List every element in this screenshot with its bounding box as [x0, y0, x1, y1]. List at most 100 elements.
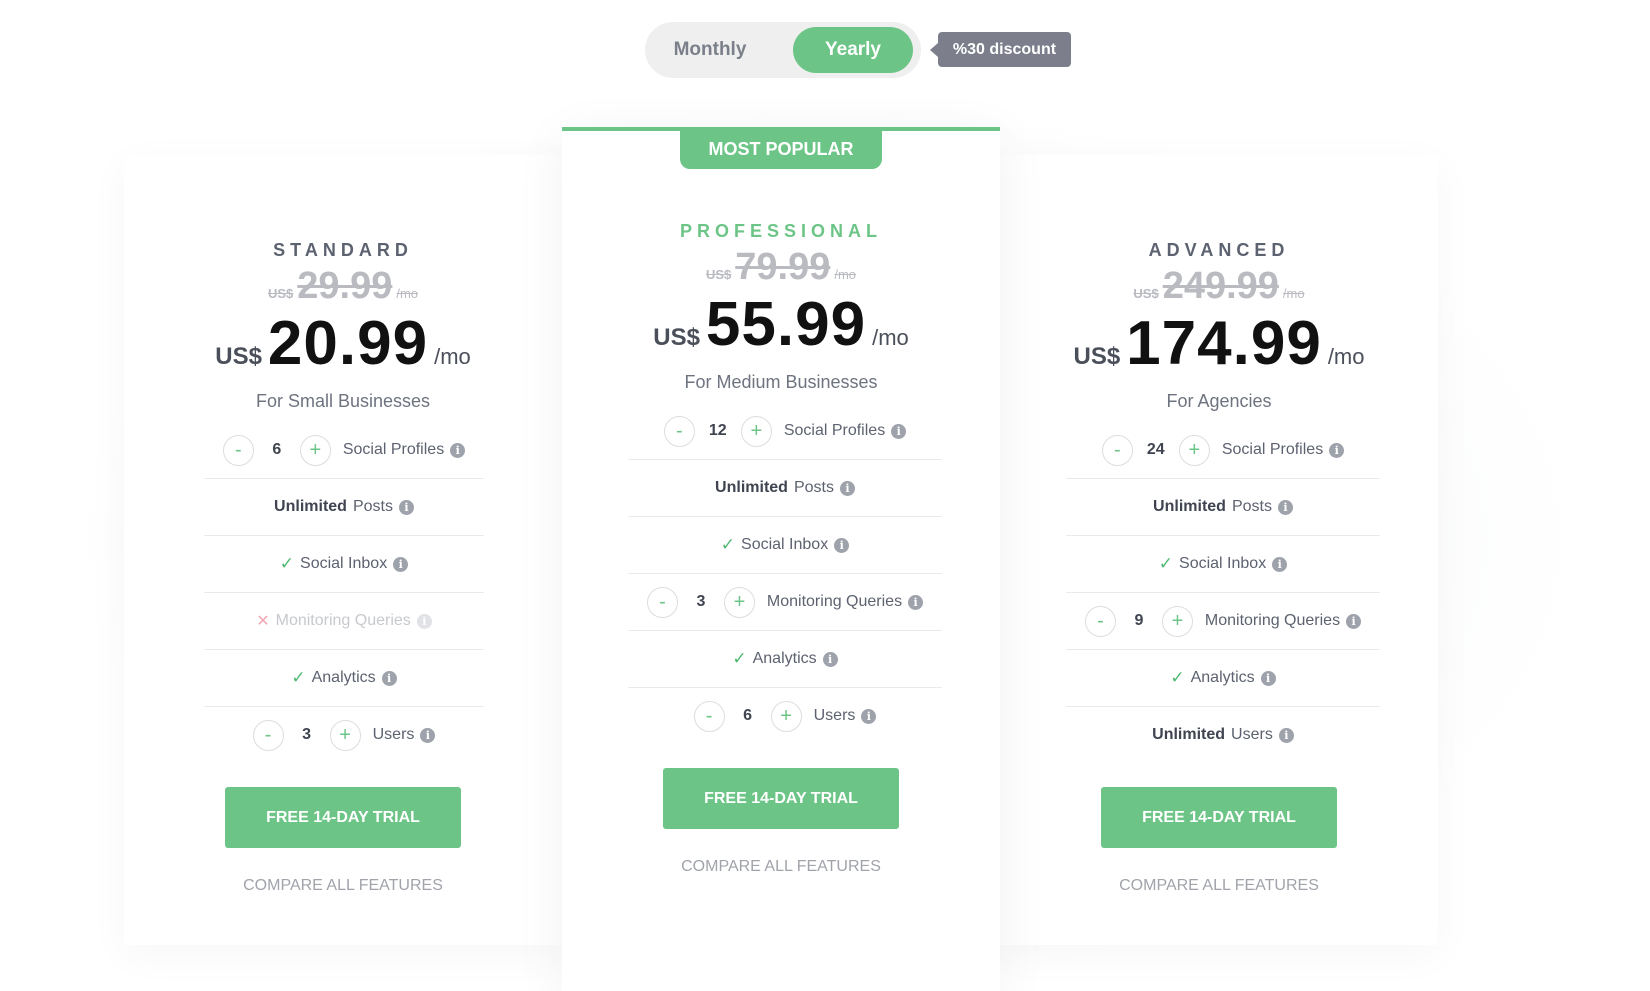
current-price: US$ 174.99/mo	[1000, 313, 1438, 375]
info-icon[interactable]: i	[1277, 499, 1293, 515]
feature-label: Social Profiles	[1221, 441, 1324, 458]
increment-button[interactable]: +	[1161, 605, 1193, 637]
feature-label: Monitoring Queries	[275, 612, 411, 629]
info-icon[interactable]: i	[420, 727, 436, 743]
feature-row: -12 + Social Profiles i	[628, 403, 942, 460]
info-icon[interactable]: i	[1329, 442, 1345, 458]
info-icon[interactable]: i	[834, 537, 850, 553]
feature-row: Unlimited Users i	[1066, 707, 1380, 763]
monthly-option[interactable]: Monthly	[650, 27, 770, 73]
feature-row: Unlimited Posts i	[1066, 479, 1380, 536]
feature-row: ✓ Social Inbox i	[628, 517, 942, 574]
plan-name: ADVANCED	[1148, 240, 1290, 260]
decrement-button[interactable]: -	[663, 415, 695, 447]
info-icon[interactable]: i	[1278, 727, 1294, 743]
cross-icon: ✕	[256, 613, 270, 630]
decrement-button[interactable]: -	[646, 586, 678, 618]
feature-label: Monitoring Queries	[1204, 612, 1341, 629]
info-icon[interactable]: i	[891, 423, 907, 439]
increment-button[interactable]: +	[299, 434, 331, 466]
feature-label: Analytics	[1190, 669, 1255, 686]
info-icon[interactable]: i	[1346, 613, 1362, 629]
increment-button[interactable]: +	[770, 700, 802, 732]
decrement-button[interactable]: -	[693, 700, 725, 732]
most-popular-badge: MOST POPULAR	[680, 129, 882, 169]
feature-row: Unlimited Posts i	[204, 479, 484, 536]
increment-button[interactable]: +	[1178, 434, 1210, 466]
check-icon: ✓	[732, 649, 747, 668]
feature-label: Posts	[793, 479, 834, 496]
price-amount: 174.99	[1126, 309, 1322, 378]
original-price: US$ 29.99/mo	[124, 267, 562, 305]
feature-row: Unlimited Posts i	[628, 460, 942, 517]
feature-row: - 3 + Users i	[204, 707, 484, 763]
stepper-value: 24	[1146, 441, 1165, 458]
original-amount: 79.99	[735, 246, 831, 288]
increment-button[interactable]: +	[740, 415, 772, 447]
increment-button[interactable]: +	[723, 586, 755, 618]
quantity-stepper: - 6 +	[222, 434, 331, 466]
decrement-button[interactable]: -	[222, 434, 254, 466]
quantity-stepper: - 9 +	[1084, 605, 1193, 637]
info-icon[interactable]: i	[398, 499, 414, 515]
feature-emphasis: Unlimited	[715, 479, 788, 496]
check-icon: ✓	[1158, 554, 1174, 573]
info-icon[interactable]: i	[861, 708, 877, 724]
free-trial-button[interactable]: FREE 14-DAY TRIAL	[663, 768, 899, 829]
plan-name: STANDARD	[273, 240, 413, 260]
info-icon[interactable]: i	[822, 651, 838, 667]
info-icon[interactable]: i	[1272, 556, 1288, 572]
compare-features-link[interactable]: COMPARE ALL FEATURES	[1000, 877, 1438, 895]
price-currency: US$	[653, 324, 700, 351]
feature-emphasis: Unlimited	[1152, 726, 1226, 743]
yearly-option[interactable]: Yearly	[793, 27, 913, 73]
plan-tagline: For Agencies	[1166, 391, 1272, 411]
info-icon[interactable]: i	[1260, 670, 1276, 686]
decrement-button[interactable]: -	[1101, 434, 1133, 466]
feature-row: - 6 + Social Profiles i	[204, 422, 484, 479]
stepper-value: 6	[743, 707, 753, 724]
decrement-button[interactable]: -	[1084, 605, 1116, 637]
stepper-value: 3	[302, 726, 312, 743]
feature-label: Users	[1231, 726, 1273, 743]
plan-tagline: For Medium Businesses	[684, 372, 878, 392]
free-trial-button[interactable]: FREE 14-DAY TRIAL	[225, 787, 461, 848]
quantity-stepper: -12 +	[663, 415, 772, 447]
feature-label: Users	[813, 707, 856, 724]
feature-emphasis: Unlimited	[1153, 498, 1226, 515]
info-icon[interactable]: i	[839, 480, 855, 496]
feature-row: ✓ Analytics i	[1066, 650, 1380, 707]
plan-tagline: For Small Businesses	[255, 391, 431, 411]
plan-card-advanced: ADVANCED US$ 249.99/mo US$ 174.99/mo For Agen…	[1000, 155, 1438, 945]
feature-label: Users	[372, 726, 415, 743]
feature-row: ✕ Monitoring Queries i	[204, 593, 484, 650]
info-icon[interactable]: i	[381, 670, 397, 686]
info-icon[interactable]: i	[908, 594, 924, 610]
increment-button[interactable]: +	[329, 719, 361, 751]
compare-features-link[interactable]: COMPARE ALL FEATURES	[124, 877, 562, 895]
original-price: US$ 249.99/mo	[1000, 267, 1438, 305]
quantity-stepper: - 3 +	[252, 719, 361, 751]
check-icon: ✓	[279, 554, 295, 573]
compare-features-link[interactable]: COMPARE ALL FEATURES	[562, 858, 1000, 876]
decrement-button[interactable]: -	[252, 719, 284, 751]
info-icon[interactable]: i	[450, 442, 466, 458]
feature-label: Posts	[352, 498, 393, 515]
feature-row: -24 + Social Profiles i	[1066, 422, 1380, 479]
free-trial-button[interactable]: FREE 14-DAY TRIAL	[1101, 787, 1337, 848]
check-icon: ✓	[291, 668, 306, 687]
feature-row: ✓ Social Inbox i	[204, 536, 484, 593]
original-period: /mo	[1282, 286, 1305, 301]
current-price: US$ 20.99/mo	[124, 313, 562, 375]
feature-label: Monitoring Queries	[766, 593, 903, 610]
info-icon[interactable]: i	[416, 613, 432, 629]
feature-list: -24 + Social Profiles i Unlimited Posts i ✓ Soci…	[1066, 422, 1380, 763]
current-price: US$ 55.99/mo	[562, 294, 1000, 356]
info-icon[interactable]: i	[393, 556, 409, 572]
original-currency: US$	[705, 267, 732, 282]
feature-row: - 3 + Monitoring Queries i	[628, 574, 942, 631]
price-currency: US$	[215, 343, 262, 370]
original-amount: 249.99	[1162, 265, 1279, 307]
check-icon: ✓	[720, 535, 736, 554]
quantity-stepper: -24 +	[1101, 434, 1210, 466]
